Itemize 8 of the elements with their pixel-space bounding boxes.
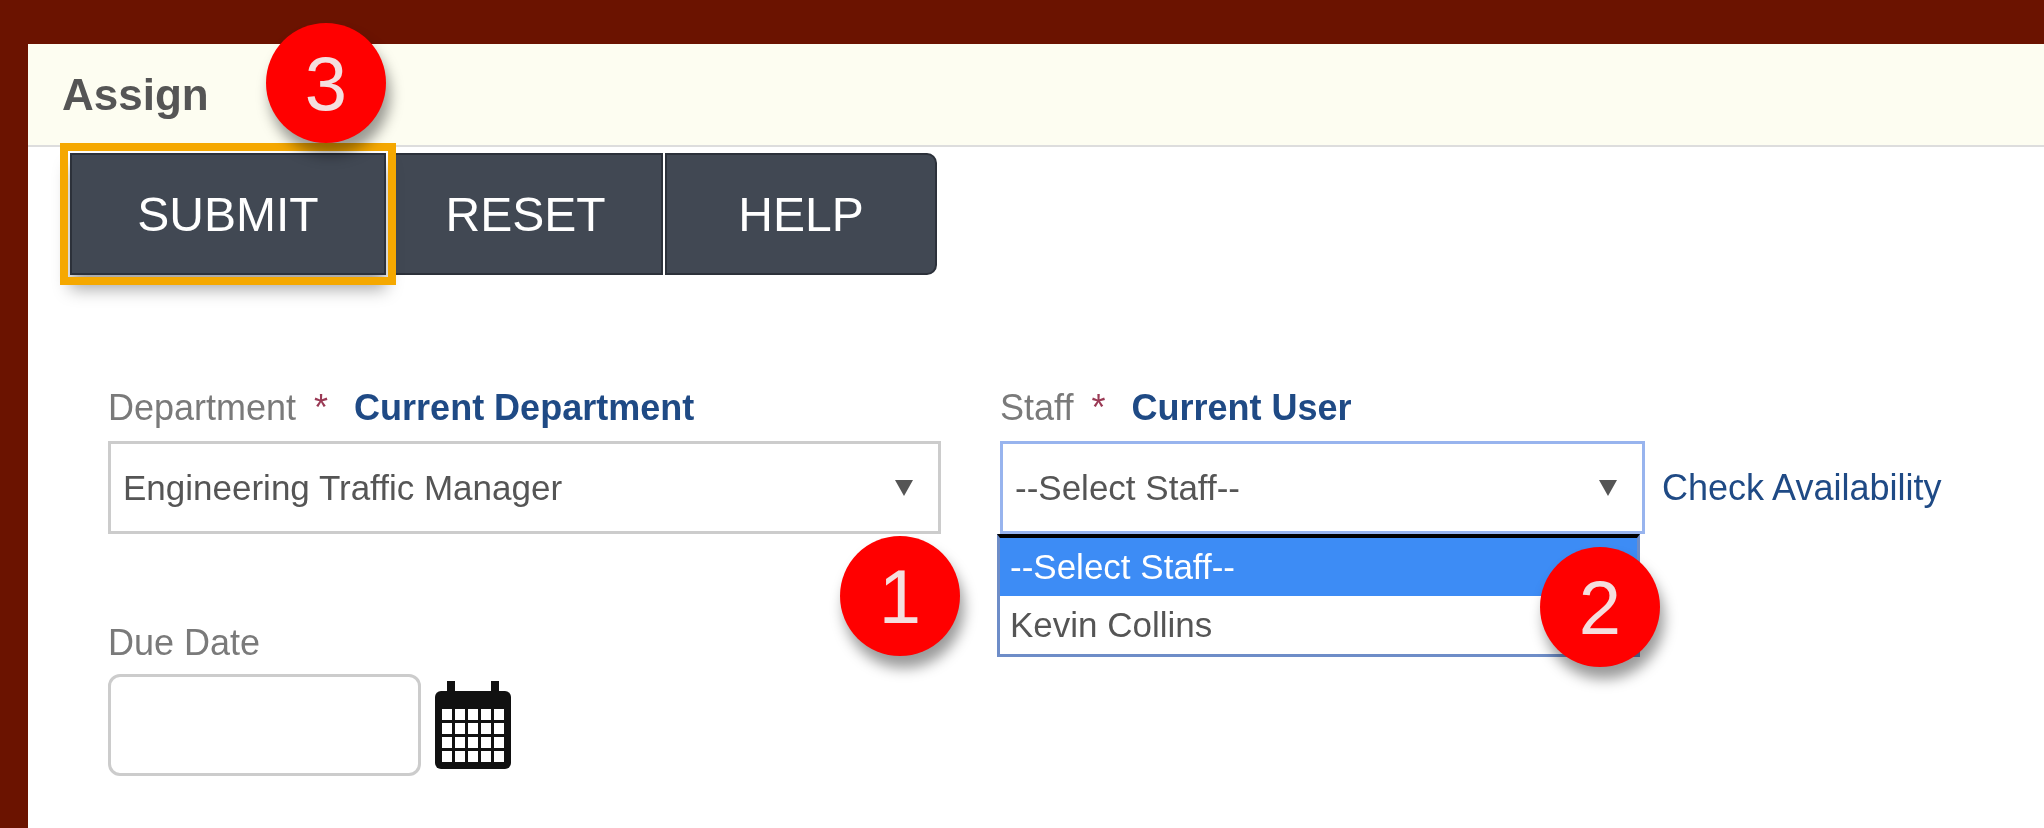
field-label: Staff <box>1000 387 1074 429</box>
field-label: Due Date <box>108 622 261 665</box>
step-callout-tooltip: 2 <box>1540 547 1660 667</box>
required-mark: * <box>314 387 329 429</box>
field-label: Department <box>108 387 297 429</box>
panel-title: Assign <box>62 69 209 120</box>
required-mark: * <box>1091 387 1106 429</box>
step-callout-tooltip: 1 <box>840 536 960 656</box>
